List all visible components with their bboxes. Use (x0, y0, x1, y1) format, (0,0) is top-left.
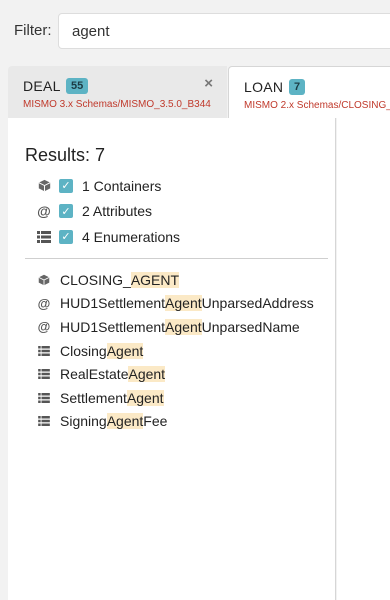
list-icon (36, 343, 52, 359)
tab-deal[interactable]: DEAL 55 MISMO 3.x Schemas/MISMO_3.5.0_B3… (8, 66, 227, 118)
list-item[interactable]: @ HUD1SettlementAgentUnparsedName (36, 315, 314, 339)
schema-tabs: DEAL 55 MISMO 3.x Schemas/MISMO_3.5.0_B3… (0, 66, 390, 118)
at-icon: @ (37, 295, 51, 311)
match-highlight: AGENT (130, 271, 180, 288)
tab-loan[interactable]: LOAN 7 MISMO 2.x Schemas/CLOSING_v (228, 66, 390, 118)
summary-row-attributes: @ ✓ 2 Attributes (36, 199, 180, 225)
list-item-label: RealEstateAgent (60, 366, 166, 383)
filter-input[interactable] (58, 13, 390, 49)
tab-deal-count-badge: 55 (66, 78, 89, 94)
list-item[interactable]: SigningAgentFee (36, 410, 314, 434)
list-item[interactable]: CLOSING_AGENT (36, 268, 314, 292)
match-highlight: Agent (106, 342, 144, 359)
enumerations-checkbox[interactable]: ✓ (59, 229, 73, 244)
tab-loan-count-badge: 7 (289, 79, 306, 95)
list-icon (36, 390, 52, 406)
at-icon: @ (37, 203, 51, 220)
detail-pane (337, 118, 390, 600)
containers-checkbox[interactable]: ✓ (59, 178, 73, 193)
summary-label: 2 Attributes (82, 203, 153, 220)
list-item[interactable]: @ HUD1SettlementAgentUnparsedAddress (36, 292, 314, 316)
close-icon[interactable]: × (204, 75, 213, 92)
match-highlight: Agent (126, 389, 164, 406)
results-panel: Results: 7 ✓ 1 Containers @ ✓ 2 Attribut… (8, 118, 336, 600)
match-highlight: Agent (106, 413, 144, 430)
tab-deal-subtitle: MISMO 3.x Schemas/MISMO_3.5.0_B344 (23, 99, 211, 110)
filter-bar: Filter: (0, 0, 390, 64)
match-highlight: Agent (165, 295, 202, 312)
list-icon (36, 366, 52, 382)
list-item-label: HUD1SettlementAgentUnparsedAddress (60, 295, 314, 312)
attributes-checkbox[interactable]: ✓ (59, 204, 73, 219)
tab-loan-subtitle: MISMO 2.x Schemas/CLOSING_v (244, 100, 390, 111)
results-summary: ✓ 1 Containers @ ✓ 2 Attributes ✓ 4 Enum… (36, 173, 180, 250)
results-title: Results: 7 (25, 145, 106, 165)
filter-label: Filter: (14, 22, 52, 39)
list-item[interactable]: RealEstateAgent (36, 362, 314, 386)
list-item-label: ClosingAgent (60, 342, 144, 359)
divider (25, 258, 328, 259)
list-icon (36, 229, 52, 245)
at-icon: @ (37, 319, 51, 335)
cube-icon (36, 178, 52, 194)
list-item-label: SigningAgentFee (60, 413, 168, 430)
summary-label: 1 Containers (82, 177, 162, 194)
list-item[interactable]: SettlementAgent (36, 386, 314, 410)
list-item-label: SettlementAgent (60, 389, 164, 406)
cube-icon (36, 272, 52, 288)
list-icon (36, 413, 52, 429)
tab-loan-name: LOAN (244, 79, 284, 95)
results-list: CLOSING_AGENT @ HUD1SettlementAgentUnpar… (36, 268, 314, 433)
list-item-label: CLOSING_AGENT (60, 271, 180, 288)
match-highlight: Agent (165, 318, 202, 335)
summary-row-enumerations: ✓ 4 Enumerations (36, 224, 180, 250)
summary-row-containers: ✓ 1 Containers (36, 173, 180, 199)
list-item[interactable]: ClosingAgent (36, 339, 314, 363)
summary-label: 4 Enumerations (82, 228, 181, 245)
tab-deal-name: DEAL (23, 78, 61, 94)
list-item-label: HUD1SettlementAgentUnparsedName (60, 318, 300, 335)
match-highlight: Agent (128, 366, 166, 383)
